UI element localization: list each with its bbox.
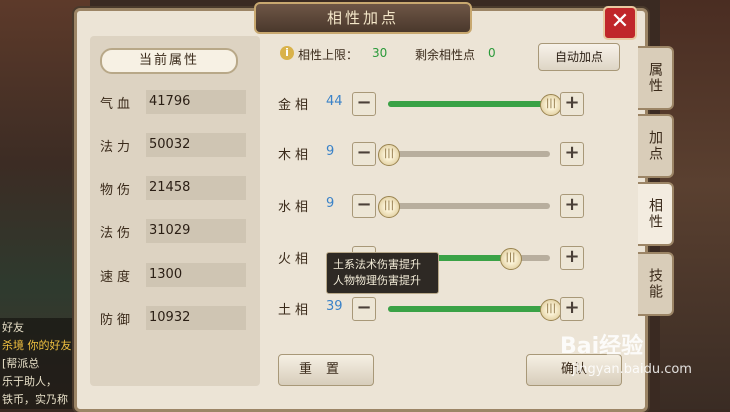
slider-track[interactable]: ||| <box>378 144 550 166</box>
slider-track[interactable]: ||| <box>378 196 550 218</box>
tooltip-line: 土系法术伤害提升 <box>333 258 421 271</box>
element-label: 土相 <box>278 303 313 318</box>
decrease-button[interactable]: − <box>352 297 376 321</box>
element-value: 9 <box>326 144 335 159</box>
tab-affinity[interactable]: 相性 <box>638 182 674 246</box>
attr-value: 21458 <box>146 176 246 200</box>
increase-button[interactable]: + <box>560 194 584 218</box>
decrease-button[interactable]: − <box>352 92 376 116</box>
element-tooltip: 土系法术伤害提升 人物物理伤害提升 <box>326 252 439 294</box>
limit-label: 相性上限： <box>298 48 359 62</box>
element-label: 火相 <box>278 252 313 267</box>
tab-attributes[interactable]: 属性 <box>638 46 674 110</box>
element-label: 木相 <box>278 148 313 163</box>
increase-button[interactable]: + <box>560 92 584 116</box>
attr-value: 1300 <box>146 263 246 287</box>
attr-row-mp: 法力 50032 <box>100 133 250 157</box>
decrease-button[interactable]: − <box>352 194 376 218</box>
tab-add-points[interactable]: 加点 <box>638 114 674 178</box>
increase-button[interactable]: + <box>560 246 584 270</box>
current-attributes-header: 当前属性 <box>100 48 238 74</box>
element-value: 9 <box>326 196 335 211</box>
attr-label: 气血 <box>100 97 135 112</box>
slider-thumb[interactable]: ||| <box>540 299 562 321</box>
attr-row-speed: 速度 1300 <box>100 263 250 287</box>
remaining-value: 0 <box>488 46 496 60</box>
attr-label: 防御 <box>100 313 135 328</box>
element-value: 39 <box>326 299 343 314</box>
baidu-watermark-url: jingyan.baidu.com <box>572 362 692 377</box>
baidu-watermark-logo: Bai经验 <box>560 334 644 359</box>
attr-row-magic-damage: 法伤 31029 <box>100 219 250 243</box>
attr-value: 10932 <box>146 306 246 330</box>
element-value: 44 <box>326 94 343 109</box>
tab-skills[interactable]: 技能 <box>638 252 674 316</box>
attr-value: 41796 <box>146 90 246 114</box>
slider-row-wood: 木相 9 − ||| + <box>278 142 588 166</box>
attr-value: 50032 <box>146 133 246 157</box>
info-icon[interactable]: i <box>280 46 294 60</box>
slider-track[interactable]: ||| <box>388 94 562 116</box>
attr-value: 31029 <box>146 219 246 243</box>
attr-label: 速度 <box>100 270 135 285</box>
slider-thumb[interactable]: ||| <box>499 248 522 270</box>
remaining-label: 剩余相性点 <box>415 48 476 62</box>
increase-button[interactable]: + <box>560 297 584 321</box>
attr-row-physical-damage: 物伤 21458 <box>100 176 250 200</box>
slider-thumb[interactable]: ||| <box>378 144 400 166</box>
tooltip-line: 人物物理伤害提升 <box>333 274 421 287</box>
current-attributes-panel <box>90 36 260 386</box>
attr-label: 法力 <box>100 140 135 155</box>
attr-row-hp: 气血 41796 <box>100 90 250 114</box>
reset-button[interactable]: 重置 <box>278 354 374 386</box>
slider-thumb[interactable]: ||| <box>378 196 400 218</box>
limit-value: 30 <box>372 46 388 60</box>
window-title: 相性加点 <box>254 2 472 34</box>
attr-row-defense: 防御 10932 <box>100 306 250 330</box>
decrease-button[interactable]: − <box>352 142 376 166</box>
slider-row-water: 水相 9 − ||| + <box>278 194 588 218</box>
increase-button[interactable]: + <box>560 142 584 166</box>
element-label: 水相 <box>278 200 313 215</box>
attr-label: 法伤 <box>100 226 135 241</box>
slider-fill <box>388 101 550 107</box>
element-label: 金相 <box>278 98 313 113</box>
close-button[interactable]: ✕ <box>603 6 637 40</box>
slider-thumb[interactable]: ||| <box>540 94 562 116</box>
slider-row-earth: 土相 39 − ||| + <box>278 297 588 321</box>
auto-allocate-button[interactable]: 自动加点 <box>538 43 620 71</box>
slider-fill <box>388 306 550 312</box>
slider-row-metal: 金相 44 − ||| + <box>278 92 588 116</box>
attr-label: 物伤 <box>100 183 135 198</box>
slider-track[interactable]: ||| <box>388 299 562 321</box>
